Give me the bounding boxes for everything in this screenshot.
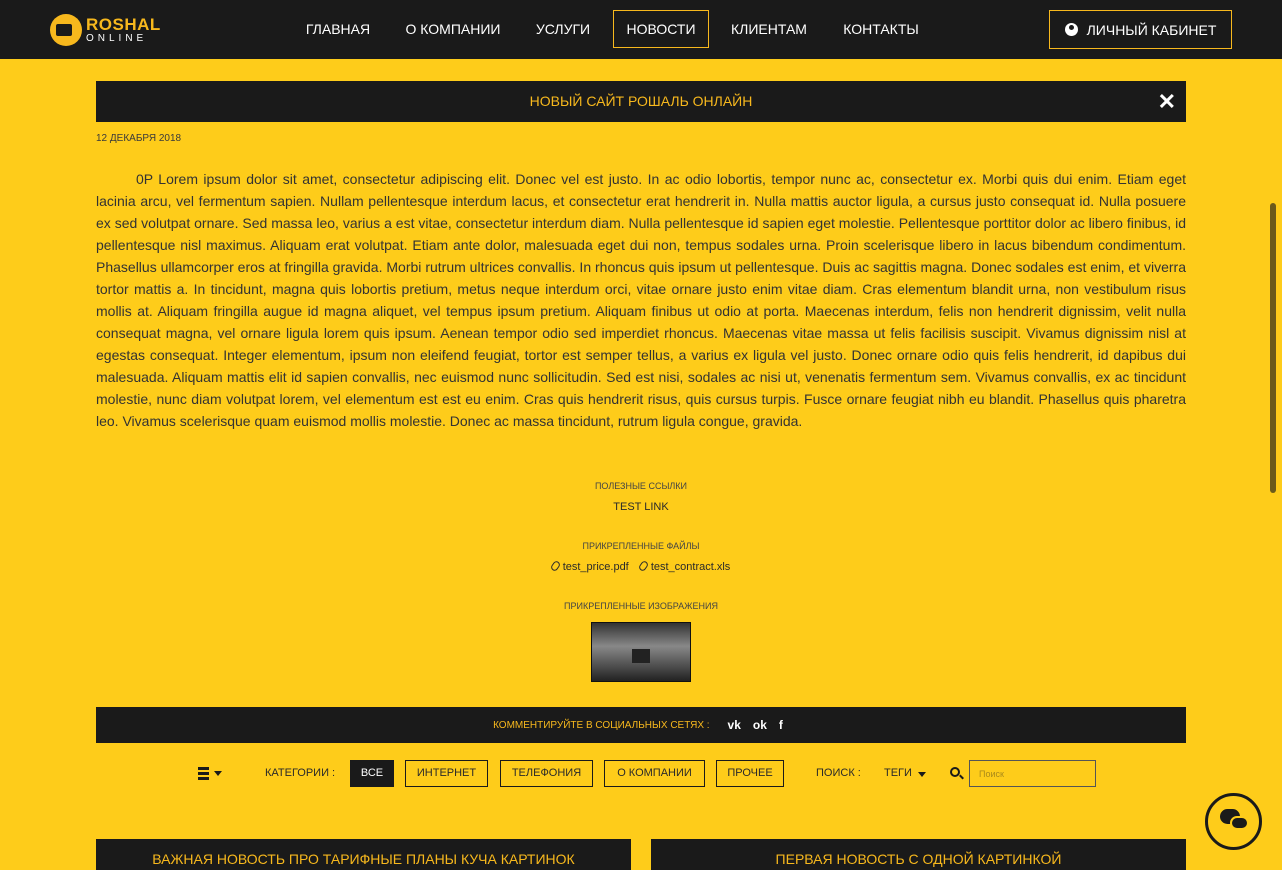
search-label: ПОИСК : [816,767,861,779]
social-comment-label: КОММЕНТИРУЙТЕ В СОЦИАЛЬНЫХ СЕТЯХ : [493,719,710,731]
file-link-xls[interactable]: test_contract.xls [637,559,731,573]
search-input[interactable] [969,760,1096,787]
file-link-pdf[interactable]: test_price.pdf [549,559,629,573]
attached-images-heading: ПРИКРЕПЛЕННЫЕ ИЗОБРАЖЕНИЯ [564,601,718,611]
tags-chevron-down-icon[interactable] [918,772,926,777]
user-circle-icon [1064,23,1078,36]
article-title-bar: НОВЫЙ САЙТ РОШАЛЬ ОНЛАЙН ✕ [96,81,1186,122]
category-chip-company[interactable]: О КОМПАНИИ [604,760,705,787]
news-card-title[interactable]: ВАЖНАЯ НОВОСТЬ ПРО ТАРИФНЫЕ ПЛАНЫ КУЧА К… [96,839,631,870]
nav-item-news[interactable]: НОВОСТИ [613,10,709,48]
attached-files-heading: ПРИКРЕПЛЕННЫЕ ФАЙЛЫ [582,541,700,551]
category-chip-all[interactable]: ВСЕ [350,760,394,787]
nav-item-home[interactable]: ГЛАВНАЯ [297,10,379,48]
article-body: 0P Lorem ipsum dolor sit amet, consectet… [96,171,1186,429]
view-list-icon[interactable] [198,767,222,780]
chat-button[interactable] [1205,793,1262,850]
nav-item-clients[interactable]: КЛИЕНТАМ [721,10,817,48]
personal-account-button[interactable]: ЛИЧНЫЙ КАБИНЕТ [1049,10,1232,49]
attached-files-list: test_price.pdf test_contract.xls [0,559,1282,573]
file-name: test_price.pdf [562,561,629,573]
attached-image-thumbnail[interactable] [591,622,691,682]
paperclip-icon [637,559,650,573]
category-chip-internet[interactable]: ИНТЕРНЕТ [405,760,488,787]
tags-dropdown[interactable]: ТЕГИ [884,767,912,779]
page-scrollbar[interactable] [1270,203,1276,493]
personal-account-label: ЛИЧНЫЙ КАБИНЕТ [1086,21,1217,38]
file-name: test_contract.xls [650,561,731,573]
nav-item-contacts[interactable]: КОНТАКТЫ [835,10,927,48]
news-filter-bar: КАТЕГОРИИ : ВСЕ ИНТЕРНЕТ ТЕЛЕФОНИЯ О КОМ… [0,760,1282,787]
category-chip-telephony[interactable]: ТЕЛЕФОНИЯ [500,760,593,787]
article-title: НОВЫЙ САЙТ РОШАЛЬ ОНЛАЙН [529,93,753,109]
test-link[interactable]: TEST LINK [0,501,1282,513]
article-date: 12 ДЕКАБРЯ 2018 [96,133,182,144]
nav-item-about[interactable]: О КОМПАНИИ [397,10,509,48]
social-comment-bar: КОММЕНТИРУЙТЕ В СОЦИАЛЬНЫХ СЕТЯХ : vk ok… [96,707,1186,743]
odnoklassniki-icon[interactable]: ok [753,718,767,732]
facebook-icon[interactable]: f [779,718,783,732]
top-navbar: ROSHAL ONLINE ГЛАВНАЯ О КОМПАНИИ УСЛУГИ … [0,0,1282,59]
nav-item-services[interactable]: УСЛУГИ [527,10,599,48]
chevron-down-icon [214,771,222,776]
news-card-title[interactable]: ПЕРВАЯ НОВОСТЬ С ОДНОЙ КАРТИНКОЙ [651,839,1186,870]
search-icon[interactable] [950,767,960,777]
useful-links-heading: ПОЛЕЗНЫЕ ССЫЛКИ [594,481,688,491]
close-icon[interactable]: ✕ [1158,81,1176,122]
vk-icon[interactable]: vk [728,718,741,732]
categories-label: КАТЕГОРИИ : [265,767,336,779]
category-chip-other[interactable]: ПРОЧЕЕ [716,760,784,787]
paperclip-icon [549,559,561,573]
